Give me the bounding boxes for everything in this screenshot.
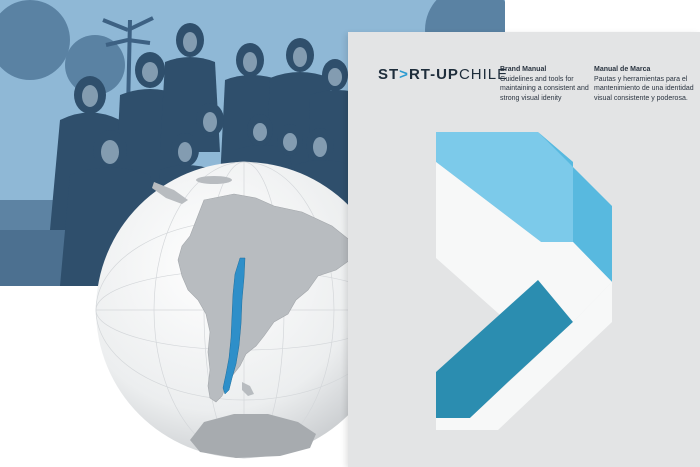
brand-manual-cover: ST>RT-UPCHILE Brand Manual Guidelines an… [348,32,700,467]
chevron-graphic [436,132,612,430]
